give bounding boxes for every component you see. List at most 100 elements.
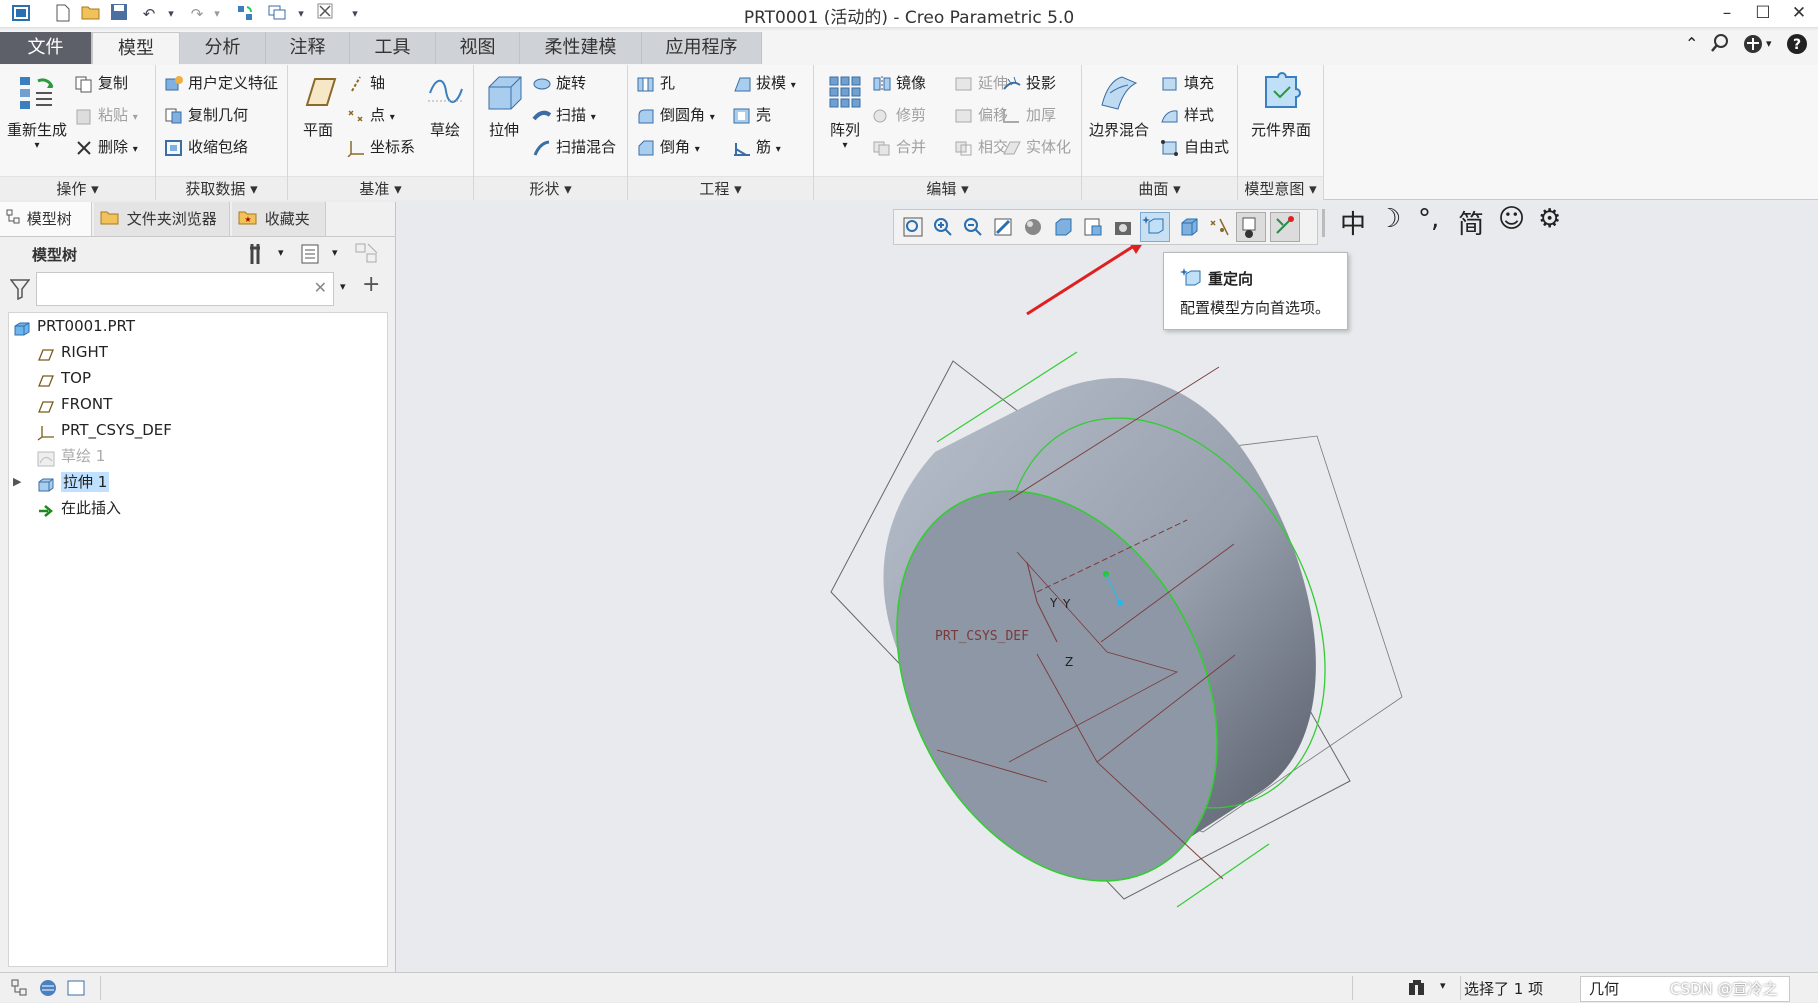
- group-editing-footer[interactable]: 编辑 ▾: [814, 176, 1081, 200]
- project-button[interactable]: 投影: [1002, 70, 1056, 96]
- annotation-display-button[interactable]: [1270, 212, 1300, 242]
- ime-half-width-icon[interactable]: ☽: [1378, 204, 1401, 234]
- revolve-button[interactable]: 旋转: [532, 70, 586, 96]
- ime-settings-icon[interactable]: ⚙: [1538, 204, 1561, 234]
- regenerate-button[interactable]: 重新生成 ▾: [2, 71, 72, 151]
- tree-item-front[interactable]: FRONT: [37, 391, 112, 417]
- pattern-button[interactable]: 阵列 ▾: [820, 71, 870, 151]
- group-datum-footer[interactable]: 基准 ▾: [288, 176, 473, 200]
- sweep-button[interactable]: 扫描 ▾: [532, 102, 596, 128]
- regenerate-dropdown-icon[interactable]: ▾: [2, 140, 72, 151]
- udf-button[interactable]: 用户定义特征: [164, 70, 278, 96]
- swept-blend-button[interactable]: 扫描混合: [532, 134, 616, 160]
- named-view-icon[interactable]: [1178, 216, 1200, 238]
- trim-button[interactable]: 修剪: [872, 102, 926, 128]
- saved-orientations-icon[interactable]: [1052, 216, 1074, 238]
- tree-item-top[interactable]: TOP: [37, 365, 91, 391]
- help-icon[interactable]: ?: [1786, 33, 1808, 59]
- axis-button[interactable]: 轴: [346, 70, 385, 96]
- refit-icon[interactable]: [902, 216, 924, 238]
- round-button[interactable]: 倒圆角 ▾: [636, 102, 715, 128]
- ime-punctuation-icon[interactable]: °,: [1418, 204, 1439, 234]
- search-icon[interactable]: [1710, 33, 1730, 57]
- find-icon[interactable]: [1406, 977, 1428, 1003]
- shrinkwrap-button[interactable]: 收缩包络: [164, 134, 248, 160]
- tree-settings-dropdown-icon[interactable]: ▾: [278, 246, 284, 259]
- pattern-dropdown-icon[interactable]: ▾: [820, 140, 870, 151]
- chamfer-button[interactable]: 倒角 ▾: [636, 134, 700, 160]
- tab-favorites[interactable]: ★ 收藏夹: [232, 202, 326, 236]
- group-model-intent-footer[interactable]: 模型意图 ▾: [1238, 176, 1323, 200]
- browser-toggle-icon[interactable]: [38, 978, 58, 1002]
- close-button[interactable]: ✕: [1776, 0, 1818, 28]
- expand-arrow-icon[interactable]: ▶: [13, 469, 27, 495]
- solidify-button[interactable]: 实体化: [1002, 134, 1071, 160]
- freestyle-button[interactable]: 自由式: [1160, 134, 1229, 160]
- draft-button[interactable]: 拔模 ▾: [732, 70, 796, 96]
- group-surfaces-footer[interactable]: 曲面 ▾: [1082, 176, 1237, 200]
- tab-analysis[interactable]: 分析: [180, 32, 266, 64]
- tree-item-sketch[interactable]: 草绘 1: [37, 443, 105, 469]
- tree-search-field[interactable]: [37, 273, 307, 303]
- tab-model-tree[interactable]: 模型树: [0, 202, 92, 236]
- reorient-button[interactable]: [1140, 212, 1170, 242]
- extend-button[interactable]: 延伸: [954, 70, 1008, 96]
- csys-button[interactable]: 坐标系: [346, 134, 415, 160]
- style-button[interactable]: 样式: [1160, 102, 1214, 128]
- zoom-in-icon[interactable]: [932, 216, 954, 238]
- tab-folder-browser[interactable]: 文件夹浏览器: [94, 202, 230, 236]
- ime-simplified-icon[interactable]: 简: [1458, 204, 1484, 241]
- tree-filter-icon[interactable]: [354, 242, 380, 270]
- spin-center-button[interactable]: [1236, 212, 1266, 242]
- group-engineering-footer[interactable]: 工程 ▾: [628, 176, 813, 200]
- tab-view[interactable]: 视图: [436, 32, 520, 64]
- add-filter-icon[interactable]: +: [362, 272, 380, 297]
- tab-model[interactable]: 模型: [92, 32, 180, 64]
- plane-button[interactable]: 平面: [292, 71, 344, 140]
- fill-button[interactable]: 填充: [1160, 70, 1214, 96]
- community-dropdown-icon[interactable]: ▾: [1766, 37, 1772, 50]
- tab-flexible-modeling[interactable]: 柔性建模: [520, 32, 642, 64]
- repaint-icon[interactable]: [992, 216, 1014, 238]
- tree-search-input[interactable]: ✕: [36, 272, 334, 306]
- zoom-out-icon[interactable]: [962, 216, 984, 238]
- group-get-data-footer[interactable]: 获取数据 ▾: [156, 176, 287, 200]
- ptc-community-icon[interactable]: [1742, 33, 1764, 59]
- show-icon[interactable]: [300, 242, 322, 270]
- model-graphics[interactable]: PRT_CSYS_DEF Y Y Z: [397, 202, 1818, 972]
- tree-item-part[interactable]: PRT0001.PRT: [13, 313, 135, 339]
- tree-item-insert-here[interactable]: 在此插入: [37, 495, 121, 521]
- find-dropdown-icon[interactable]: ▾: [1440, 979, 1446, 992]
- view-manager-icon[interactable]: [1082, 216, 1104, 238]
- copy-geometry-button[interactable]: 复制几何: [164, 102, 248, 128]
- tree-item-csys[interactable]: PRT_CSYS_DEF: [37, 417, 172, 443]
- datum-display-icon[interactable]: [1208, 216, 1230, 238]
- component-interface-button[interactable]: 元件界面: [1242, 71, 1320, 140]
- boundary-blend-button[interactable]: 边界混合: [1084, 71, 1154, 140]
- ime-chinese-mode-icon[interactable]: 中: [1340, 204, 1366, 241]
- merge-button[interactable]: 合并: [872, 134, 926, 160]
- group-shapes-footer[interactable]: 形状 ▾: [474, 176, 627, 200]
- filter-funnel-icon[interactable]: [9, 278, 31, 304]
- minimize-ribbon-icon[interactable]: ⌃: [1685, 34, 1698, 53]
- fullscreen-icon[interactable]: [66, 978, 86, 1002]
- navigator-toggle-icon[interactable]: [10, 978, 30, 1002]
- ime-emoji-icon[interactable]: ☺: [1498, 204, 1525, 234]
- extrude-button[interactable]: 拉伸: [478, 71, 530, 140]
- search-dropdown-icon[interactable]: ▾: [340, 280, 346, 293]
- mirror-button[interactable]: 镜像: [872, 70, 926, 96]
- perspective-icon[interactable]: [1112, 216, 1134, 238]
- point-button[interactable]: 点 ▾: [346, 102, 395, 128]
- delete-button[interactable]: 删除 ▾: [74, 134, 138, 160]
- group-operations-footer[interactable]: 操作 ▾: [0, 176, 155, 200]
- sketch-button[interactable]: 草绘: [420, 71, 470, 140]
- tab-applications[interactable]: 应用程序: [642, 32, 762, 64]
- clear-search-icon[interactable]: ✕: [314, 278, 327, 297]
- copy-button[interactable]: 复制: [74, 70, 128, 96]
- show-dropdown-icon[interactable]: ▾: [332, 246, 338, 259]
- tab-tools[interactable]: 工具: [350, 32, 436, 64]
- tab-annotate[interactable]: 注释: [266, 32, 350, 64]
- paste-button[interactable]: 粘贴 ▾: [74, 102, 138, 128]
- tree-item-extrude[interactable]: 拉伸 1: [37, 469, 110, 495]
- hole-button[interactable]: 孔: [636, 70, 675, 96]
